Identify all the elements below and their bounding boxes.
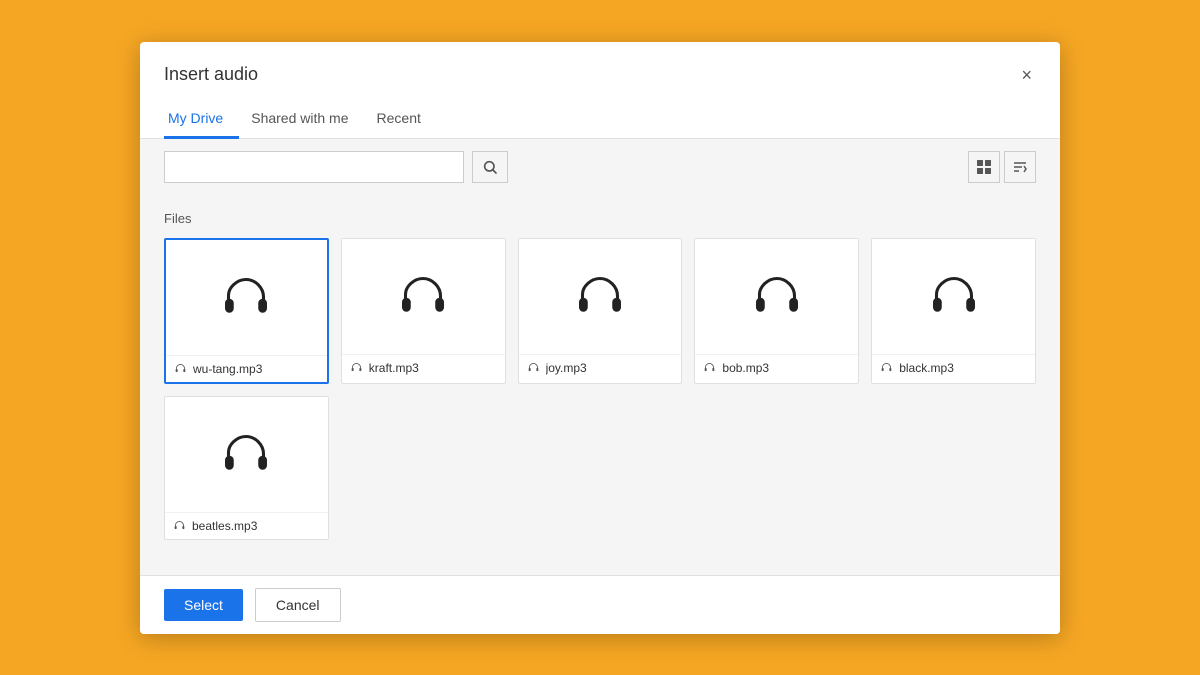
cancel-button[interactable]: Cancel	[255, 588, 341, 622]
headphone-icon	[749, 268, 805, 324]
file-info: black.mp3	[872, 354, 1035, 381]
file-card-black[interactable]: black.mp3	[871, 238, 1036, 384]
file-thumbnail	[872, 239, 1035, 354]
tabs-container: My Drive Shared with me Recent	[140, 100, 1060, 139]
file-info: joy.mp3	[519, 354, 682, 381]
files-grid-row1: wu-tang.mp3	[164, 238, 1036, 384]
file-info: wu-tang.mp3	[166, 355, 327, 382]
file-info: kraft.mp3	[342, 354, 505, 381]
headphone-icon	[218, 269, 274, 325]
dialog-footer: Select Cancel	[140, 575, 1060, 634]
file-headphone-icon	[173, 519, 186, 532]
dialog-header: Insert audio ×	[140, 42, 1060, 88]
file-card-beatles[interactable]: beatles.mp3	[164, 396, 329, 540]
content-area: Files wu-tan	[140, 195, 1060, 575]
files-grid-row2: beatles.mp3	[164, 396, 1036, 540]
files-label: Files	[164, 211, 1036, 226]
file-headphone-icon	[703, 361, 716, 374]
search-input[interactable]	[164, 151, 464, 183]
file-thumbnail	[165, 397, 328, 512]
tab-shared-with-me[interactable]: Shared with me	[247, 100, 364, 139]
file-headphone-icon	[174, 362, 187, 375]
headphone-icon	[218, 426, 274, 482]
file-headphone-icon	[350, 361, 363, 374]
file-name: bob.mp3	[722, 361, 769, 375]
file-name: wu-tang.mp3	[193, 362, 262, 376]
file-thumbnail	[695, 239, 858, 354]
sort-button[interactable]	[1004, 151, 1036, 183]
file-name: kraft.mp3	[369, 361, 419, 375]
file-thumbnail	[166, 240, 327, 355]
headphone-icon	[926, 268, 982, 324]
insert-audio-dialog: Insert audio × My Drive Shared with me R…	[140, 42, 1060, 634]
headphone-icon	[395, 268, 451, 324]
file-thumbnail	[342, 239, 505, 354]
sort-icon	[1012, 159, 1028, 175]
grid-icon	[976, 159, 992, 175]
close-button[interactable]: ×	[1017, 62, 1036, 88]
search-icon	[482, 159, 498, 175]
file-thumbnail	[519, 239, 682, 354]
file-headphone-icon	[527, 361, 540, 374]
file-info: bob.mp3	[695, 354, 858, 381]
select-button[interactable]: Select	[164, 589, 243, 621]
toolbar	[140, 139, 1060, 195]
grid-view-button[interactable]	[968, 151, 1000, 183]
search-button[interactable]	[472, 151, 508, 183]
file-info: beatles.mp3	[165, 512, 328, 539]
file-card-kraft[interactable]: kraft.mp3	[341, 238, 506, 384]
file-card-bob[interactable]: bob.mp3	[694, 238, 859, 384]
tab-recent[interactable]: Recent	[373, 100, 437, 139]
tab-my-drive[interactable]: My Drive	[164, 100, 239, 139]
file-card-joy[interactable]: joy.mp3	[518, 238, 683, 384]
file-name: joy.mp3	[546, 361, 587, 375]
file-name: beatles.mp3	[192, 519, 257, 533]
headphone-icon	[572, 268, 628, 324]
file-name: black.mp3	[899, 361, 954, 375]
view-buttons	[968, 151, 1036, 183]
file-card-wu-tang[interactable]: wu-tang.mp3	[164, 238, 329, 384]
file-headphone-icon	[880, 361, 893, 374]
dialog-title: Insert audio	[164, 64, 258, 85]
